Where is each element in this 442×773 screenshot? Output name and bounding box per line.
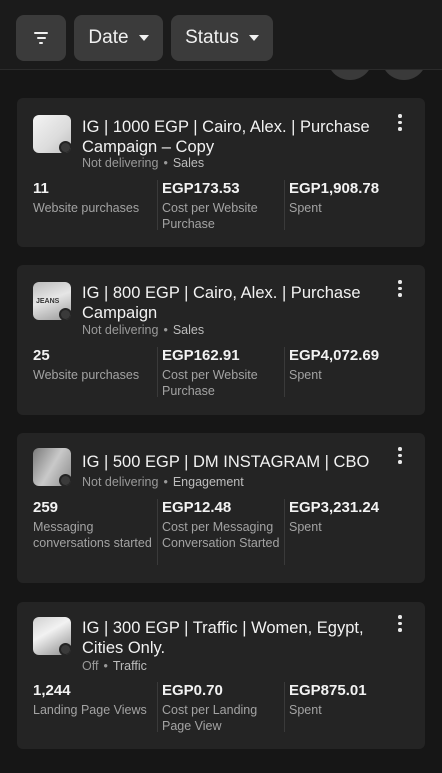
- results-value: 259: [33, 499, 59, 516]
- spent-metric: EGP1,908.78 Spent: [289, 180, 414, 216]
- metric-divider: [284, 347, 285, 397]
- campaign-status-line: Not delivering • Sales: [82, 156, 204, 170]
- delivery-status: Off: [82, 659, 99, 673]
- cost-metric: EGP0.70 Cost per Landing Page View: [162, 682, 284, 734]
- delivery-status: Not delivering: [82, 475, 159, 489]
- results-value: 11: [33, 180, 49, 197]
- more-options-icon[interactable]: [395, 615, 405, 633]
- more-options-icon[interactable]: [395, 280, 405, 298]
- more-options-icon[interactable]: [395, 114, 405, 132]
- filter-icon: [34, 32, 48, 44]
- spent-value: EGP4,072.69: [289, 347, 380, 364]
- results-label: Website purchases: [33, 368, 140, 382]
- metric-divider: [157, 347, 158, 397]
- campaign-status-line: Not delivering • Engagement: [82, 475, 244, 489]
- results-metric: 259 Messaging conversations started: [33, 499, 153, 551]
- metric-divider: [157, 499, 158, 565]
- campaign-status-line: Not delivering • Sales: [82, 323, 204, 337]
- results-value: 25: [33, 347, 50, 364]
- campaign-objective: Engagement: [172, 475, 244, 489]
- results-label: Messaging conversations started: [33, 520, 152, 550]
- campaign-card[interactable]: IG | 500 EGP | DM INSTAGRAM | CBO Not de…: [17, 433, 425, 583]
- cost-metric: EGP173.53 Cost per Website Purchase: [162, 180, 284, 232]
- separator-dot: •: [163, 156, 168, 170]
- campaign-thumbnail: [33, 448, 71, 486]
- campaign-thumbnail: JEANS: [33, 282, 71, 320]
- results-metric: 11 Website purchases: [33, 180, 153, 216]
- campaign-objective: Traffic: [112, 659, 147, 673]
- caret-down-icon: [138, 35, 149, 41]
- campaign-card[interactable]: JEANS IG | 800 EGP | Cairo, Alex. | Purc…: [17, 265, 425, 415]
- campaign-objective: Sales: [172, 156, 205, 170]
- cost-value: EGP173.53: [162, 180, 240, 197]
- campaign-card[interactable]: IG | 1000 EGP | Cairo, Alex. | Purchase …: [17, 98, 425, 247]
- campaign-name: IG | 300 EGP | Traffic | Women, Egypt, C…: [82, 619, 364, 657]
- spent-label: Spent: [289, 703, 322, 717]
- metric-divider: [157, 180, 158, 230]
- campaign-name: IG | 1000 EGP | Cairo, Alex. | Purchase …: [82, 118, 370, 156]
- cost-metric: EGP12.48 Cost per Messaging Conversation…: [162, 499, 284, 551]
- delivery-status: Not delivering: [82, 156, 159, 170]
- campaign-objective: Sales: [172, 323, 205, 337]
- campaign-name: IG | 500 EGP | DM INSTAGRAM | CBO: [82, 453, 370, 471]
- spent-value: EGP3,231.24: [289, 499, 380, 516]
- cost-label: Cost per Website Purchase: [162, 368, 258, 398]
- more-options-icon[interactable]: [395, 447, 405, 465]
- thumbnail-text: JEANS: [36, 298, 60, 305]
- campaign-name: IG | 800 EGP | Cairo, Alex. | Purchase C…: [82, 284, 361, 322]
- campaign-thumbnail: [33, 617, 71, 655]
- delivery-status-icon: [59, 141, 71, 153]
- delivery-status: Not delivering: [82, 323, 159, 337]
- cost-value: EGP12.48: [162, 499, 232, 516]
- cost-metric: EGP162.91 Cost per Website Purchase: [162, 347, 284, 399]
- delivery-status-icon: [59, 474, 71, 486]
- delivery-status-icon: [59, 308, 71, 320]
- status-filter-dropdown[interactable]: Status: [171, 15, 273, 61]
- campaign-status-line: Off • Traffic: [82, 659, 147, 673]
- results-value: 1,244: [33, 682, 71, 699]
- date-filter-dropdown[interactable]: Date: [74, 15, 163, 61]
- spent-label: Spent: [289, 520, 322, 534]
- caret-down-icon: [248, 35, 259, 41]
- filter-toolbar: Date Status: [0, 0, 442, 70]
- campaign-card[interactable]: IG | 300 EGP | Traffic | Women, Egypt, C…: [17, 602, 425, 749]
- spent-metric: EGP3,231.24 Spent: [289, 499, 414, 535]
- cost-label: Cost per Landing Page View: [162, 703, 258, 733]
- results-label: Landing Page Views: [33, 703, 147, 717]
- status-filter-label: Status: [185, 27, 239, 48]
- metric-divider: [284, 682, 285, 732]
- metric-divider: [157, 682, 158, 732]
- cost-value: EGP0.70: [162, 682, 223, 699]
- results-metric: 1,244 Landing Page Views: [33, 682, 153, 718]
- delivery-status-icon: [59, 643, 71, 655]
- cost-value: EGP162.91: [162, 347, 240, 364]
- separator-dot: •: [103, 659, 108, 673]
- metric-divider: [284, 499, 285, 565]
- spent-metric: EGP875.01 Spent: [289, 682, 414, 718]
- separator-dot: •: [163, 323, 168, 337]
- spent-value: EGP1,908.78: [289, 180, 380, 197]
- spent-label: Spent: [289, 201, 322, 215]
- cost-label: Cost per Website Purchase: [162, 201, 258, 231]
- date-filter-label: Date: [88, 27, 129, 48]
- cost-label: Cost per Messaging Conversation Started: [162, 520, 280, 550]
- spent-metric: EGP4,072.69 Spent: [289, 347, 414, 383]
- campaign-thumbnail: [33, 115, 71, 153]
- results-metric: 25 Website purchases: [33, 347, 153, 383]
- spent-value: EGP875.01: [289, 682, 367, 699]
- spent-label: Spent: [289, 368, 322, 382]
- metric-divider: [284, 180, 285, 230]
- filter-button[interactable]: [16, 15, 66, 61]
- results-label: Website purchases: [33, 201, 140, 215]
- separator-dot: •: [163, 475, 168, 489]
